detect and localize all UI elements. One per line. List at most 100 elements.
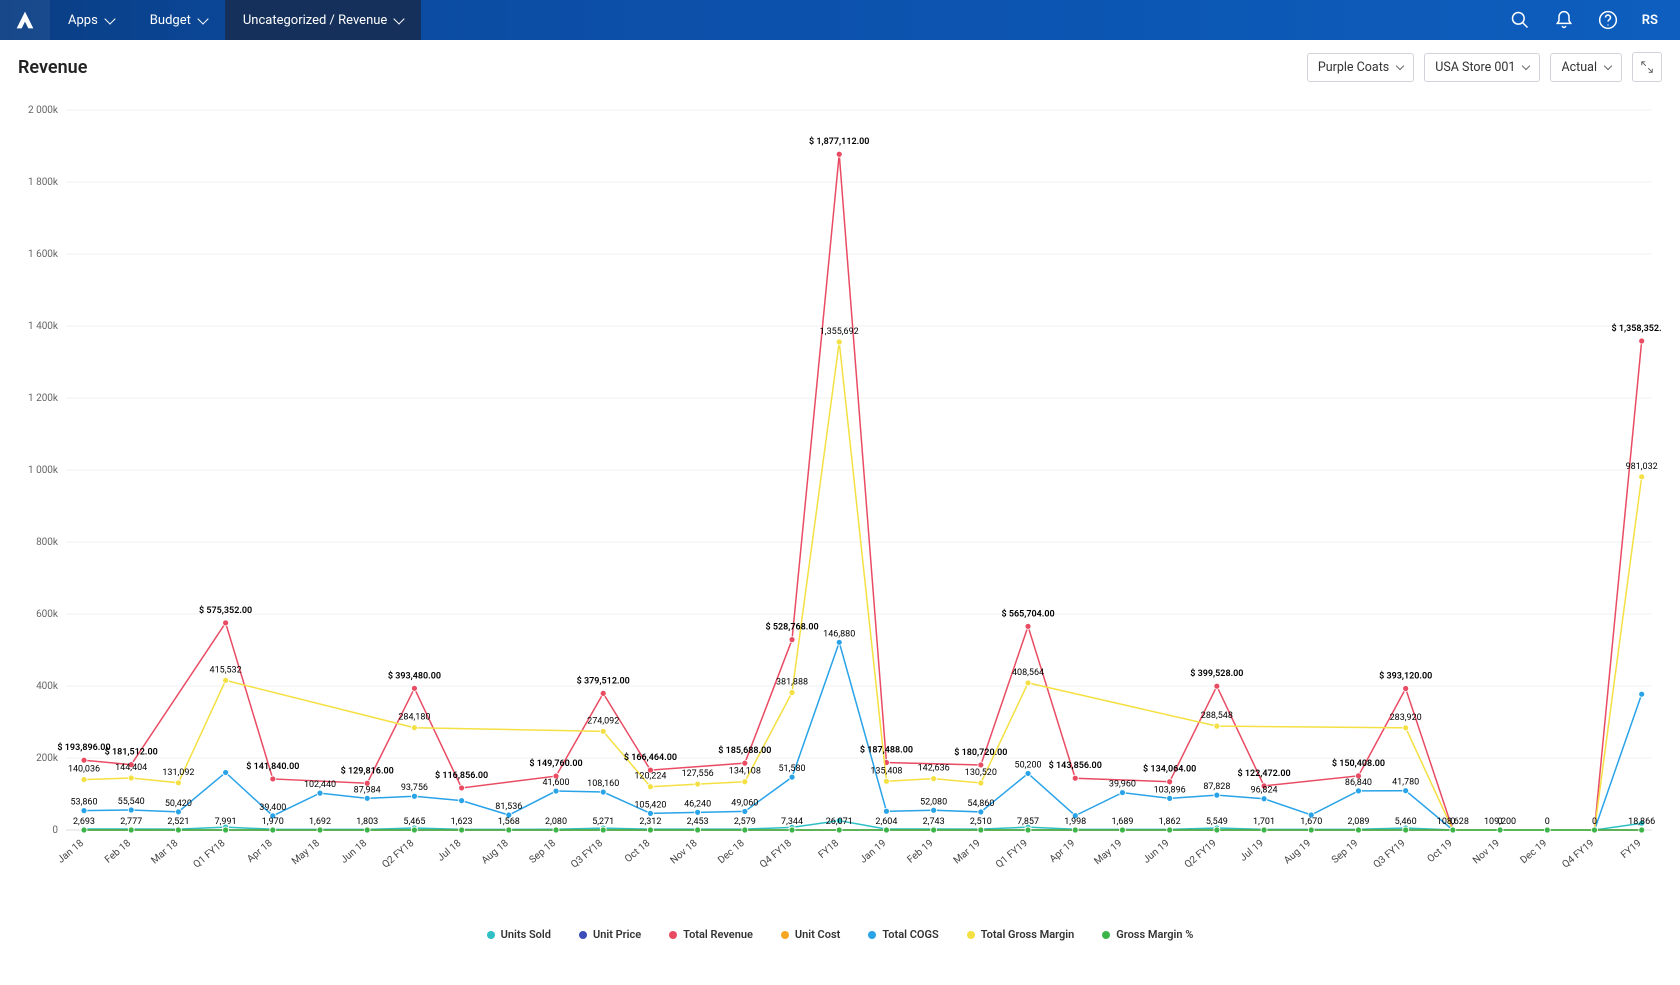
svg-text:408,564: 408,564 [1012,668,1044,678]
svg-text:39,960: 39,960 [1109,780,1136,790]
svg-text:Q2 FY18: Q2 FY18 [380,838,416,871]
svg-text:Q3 FY19: Q3 FY19 [1372,838,1408,871]
svg-text:2,579: 2,579 [734,817,756,827]
svg-text:Q1 FY19: Q1 FY19 [994,838,1030,871]
svg-text:$ 185,688.00: $ 185,688.00 [718,745,771,756]
user-avatar[interactable]: RS [1642,13,1658,28]
nav-crumb[interactable]: Uncategorized / Revenue [225,0,421,40]
svg-text:FY18: FY18 [817,838,842,861]
svg-text:$ 193,896.00: $ 193,896.00 [57,742,110,753]
svg-text:1,692: 1,692 [309,817,331,827]
svg-text:52,080: 52,080 [920,797,947,807]
svg-text:142,636: 142,636 [918,764,950,774]
nav-apps[interactable]: Apps [50,0,132,40]
svg-text:Aug 18: Aug 18 [480,838,511,867]
svg-text:$ 122,472.00: $ 122,472.00 [1237,768,1290,779]
svg-text:$ 149,760.00: $ 149,760.00 [529,758,582,769]
svg-text:800k: 800k [36,537,59,548]
svg-text:2,777: 2,777 [120,817,142,827]
legend-item-cost[interactable]: Unit Cost [781,928,840,941]
legend-item-price[interactable]: Unit Price [579,928,641,941]
svg-text:288,548: 288,548 [1201,711,1233,721]
svg-text:0: 0 [1592,817,1597,827]
filter-store[interactable]: USA Store 001 [1424,53,1540,82]
svg-text:Oct 19: Oct 19 [1425,838,1454,865]
svg-text:1,568: 1,568 [498,817,520,827]
filter-scenario[interactable]: Actual [1550,53,1622,82]
svg-text:Nov 19: Nov 19 [1471,838,1502,867]
legend-item-cogs[interactable]: Total COGS [868,928,938,941]
svg-text:1 600k: 1 600k [28,249,59,260]
svg-text:2,453: 2,453 [687,817,709,827]
svg-text:135,408: 135,408 [870,766,902,776]
svg-text:1 400k: 1 400k [28,321,59,332]
svg-text:$ 166,464.00: $ 166,464.00 [624,752,677,763]
search-icon[interactable] [1510,10,1530,30]
svg-text:415,532: 415,532 [210,665,242,675]
svg-text:$ 393,120.00: $ 393,120.00 [1379,670,1432,681]
svg-text:$ 187,488.00: $ 187,488.00 [860,745,913,756]
collapse-icon[interactable] [1632,52,1662,82]
filter-product[interactable]: Purple Coats [1307,53,1414,82]
svg-text:$ 150,408.00: $ 150,408.00 [1332,758,1385,769]
svg-text:134,108: 134,108 [729,767,761,777]
svg-text:53,860: 53,860 [70,798,97,808]
legend-item-units[interactable]: Units Sold [487,928,551,941]
svg-text:Jul 18: Jul 18 [436,838,464,864]
svg-text:Dec 18: Dec 18 [716,838,747,866]
svg-text:2,510: 2,510 [970,817,992,827]
svg-text:7,857: 7,857 [1017,817,1039,827]
svg-text:2 000k: 2 000k [28,105,59,116]
svg-text:274,092: 274,092 [587,716,619,726]
svg-text:1,670: 1,670 [1300,817,1322,827]
legend-item-revenue[interactable]: Total Revenue [669,928,753,941]
svg-text:131,092: 131,092 [162,768,194,778]
logo[interactable] [0,0,50,40]
svg-text:$ 1,358,352.00: $ 1,358,352.00 [1611,323,1662,334]
svg-text:$ 134,064.00: $ 134,064.00 [1143,764,1196,775]
svg-text:284,180: 284,180 [398,713,430,723]
svg-text:50,200: 50,200 [1015,760,1042,770]
bell-icon[interactable] [1554,10,1574,30]
svg-text:0: 0 [1450,817,1455,827]
nav-budget-label: Budget [150,13,191,28]
help-icon[interactable] [1598,10,1618,30]
svg-text:$ 141,840.00: $ 141,840.00 [246,761,299,772]
svg-text:87,984: 87,984 [354,785,381,795]
svg-text:$ 1,877,112.00: $ 1,877,112.00 [809,136,869,147]
svg-text:102,440: 102,440 [304,780,336,790]
svg-text:2,743: 2,743 [923,817,945,827]
svg-text:Jan 19: Jan 19 [858,838,888,866]
svg-text:Oct 18: Oct 18 [623,838,653,865]
svg-text:7,991: 7,991 [215,817,237,827]
svg-text:2,080: 2,080 [545,817,567,827]
svg-text:0: 0 [52,825,58,836]
svg-text:0: 0 [1545,817,1550,827]
svg-text:$ 181,512.00: $ 181,512.00 [105,747,158,758]
svg-text:Jul 19: Jul 19 [1238,838,1266,864]
svg-text:Jun 18: Jun 18 [339,838,370,866]
svg-text:$ 116,856.00: $ 116,856.00 [435,770,488,781]
svg-text:1,623: 1,623 [451,817,473,827]
legend-item-pct[interactable]: Gross Margin % [1102,928,1193,941]
svg-text:Q3 FY18: Q3 FY18 [569,838,605,871]
svg-text:18,866: 18,866 [1628,817,1655,827]
legend-item-margin[interactable]: Total Gross Margin [967,928,1075,941]
svg-text:$ 575,352.00: $ 575,352.00 [199,605,252,616]
svg-text:7,344: 7,344 [781,817,803,827]
svg-text:1 800k: 1 800k [28,177,59,188]
svg-text:2,089: 2,089 [1347,817,1369,827]
svg-text:49,060: 49,060 [731,798,758,808]
chevron-down-icon [1396,61,1404,69]
svg-text:1,701: 1,701 [1253,817,1275,827]
svg-text:FY19: FY19 [1619,838,1644,861]
revenue-chart: 0200k400k600k800k1 000k1 200k1 400k1 600… [18,90,1662,920]
svg-text:1 200k: 1 200k [28,393,59,404]
nav-budget[interactable]: Budget [132,0,225,40]
svg-text:105,420: 105,420 [634,800,666,810]
svg-text:120,224: 120,224 [634,772,666,782]
svg-text:1,970: 1,970 [262,817,284,827]
svg-text:$ 528,768.00: $ 528,768.00 [765,622,818,633]
svg-text:$ 565,704.00: $ 565,704.00 [1001,608,1054,619]
chevron-down-icon [197,13,208,24]
